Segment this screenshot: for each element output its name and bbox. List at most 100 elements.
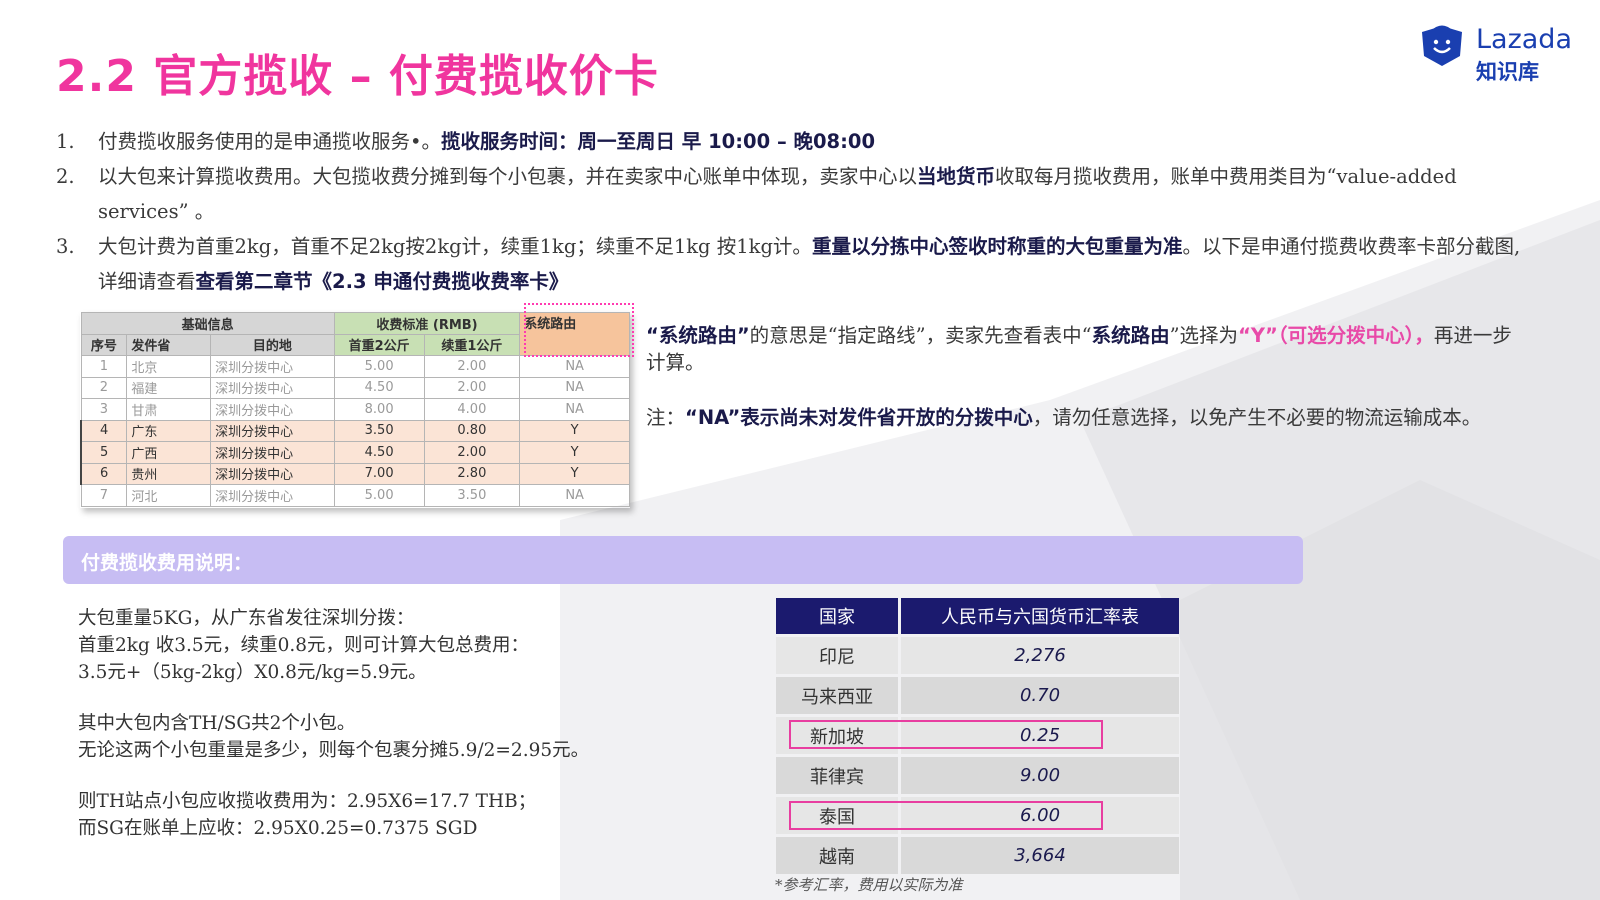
table-cell: 2.80	[423, 462, 521, 485]
table-row: 3 甘肃 深圳分拨中心 8.00 4.00 NA	[80, 398, 630, 421]
table-cell: 贵州	[126, 462, 212, 485]
shopping-bag-icon	[1422, 25, 1462, 66]
chapter-link[interactable]: 查看第二章节《2.3 申通付费揽收费率卡》	[196, 270, 569, 293]
table-cell: 4.50	[333, 376, 425, 399]
intro-item-1: 1. 付费揽收服务使用的是申通揽收服务•。揽收服务时间：周一至周日 早 10:0…	[56, 124, 1536, 159]
table-cell: 福建	[126, 376, 212, 399]
note-emphasis: “NA”表示尚未对发件省开放的分拨中心	[685, 406, 1033, 429]
rate-cell: 9.00	[901, 757, 1179, 794]
country-cell: 菲律宾	[776, 757, 898, 794]
example-line: 大包重量5KG，从广东省发往深圳分拨：	[78, 608, 415, 629]
intro-text: 付费揽收服务使用的是申通揽收服务•。	[98, 130, 442, 153]
rate-cell: 3,664	[901, 837, 1179, 874]
route-column-highlight	[524, 303, 634, 357]
table-cell: NA	[519, 355, 630, 378]
table-cell: NA	[519, 484, 630, 507]
table-cell: NA	[519, 376, 630, 399]
list-number: 2.	[56, 165, 75, 188]
table-cell: Y	[519, 419, 630, 442]
table-cell: 2.00	[423, 355, 521, 378]
table-row: 1 北京 深圳分拨中心 5.00 2.00 NA	[80, 355, 630, 378]
table-cell: 5	[80, 441, 128, 464]
list-number: 1.	[56, 130, 75, 153]
table-cell: 深圳分拨中心	[210, 441, 335, 464]
table-cell: 8.00	[333, 398, 425, 421]
table-row: 马来西亚 0.70	[776, 677, 1179, 714]
list-number: 3.	[56, 235, 75, 258]
column-header-country: 国家	[776, 598, 898, 634]
table-cell: 6	[80, 462, 128, 485]
table-row: 印尼 2,276	[776, 637, 1179, 674]
column-header: 目的地	[210, 333, 335, 356]
table-cell: 5.00	[333, 484, 425, 507]
table-cell: NA	[519, 398, 630, 421]
table-cell: 1	[80, 355, 128, 378]
example-line: 首重2kg 收3.5元，续重0.8元，则可计算大包总费用：	[78, 635, 530, 656]
intro-text: 大包计费为首重2kg，首重不足2kg按2kg计，续重1kg；续重不足1kg 按1…	[98, 235, 812, 258]
thailand-highlight-box	[789, 801, 1103, 830]
fee-explanation-banner: 付费揽收费用说明：	[63, 536, 1303, 584]
column-header: 发件省	[126, 333, 212, 356]
table-cell: 2.00	[423, 441, 521, 464]
intro-item-2: 2. 以大包来计算揽收费用。大包揽收费分摊到每个小包裹，并在卖家中心账单中体现，…	[56, 159, 1536, 229]
note-text: 的意思是“指定路线”，卖家先查看表中“	[749, 324, 1092, 347]
intro-item-3: 3. 大包计费为首重2kg，首重不足2kg按2kg计，续重1kg；续重不足1kg…	[56, 229, 1536, 299]
table-cell: 7	[80, 484, 128, 507]
table-cell: 3.50	[423, 484, 521, 507]
note-highlight: “Y”（可选分拨中心），	[1238, 324, 1434, 347]
page-title: 2.2 官方揽收 – 付费揽收价卡	[56, 51, 659, 102]
logo-subtitle: 知识库	[1476, 60, 1539, 84]
currency-table-body: 印尼 2,276 马来西亚 0.70 新加坡 0.25 菲律宾 9.00 泰国 6.00 越南 3,6…	[776, 637, 1179, 874]
table-cell: 深圳分拨中心	[210, 376, 335, 399]
table-cell: Y	[519, 462, 630, 485]
group-header-basic: 基础信息	[80, 312, 335, 335]
intro-text: 以大包来计算揽收费用。大包揽收费分摊到每个小包裹，并在卖家中心账单中体现，卖家中…	[98, 165, 918, 188]
column-header: 续重1公斤	[423, 333, 521, 356]
table-row: 4 广东 深圳分拨中心 3.50 0.80 Y	[80, 419, 630, 442]
group-header-fee: 收费标准 (RMB)	[333, 312, 521, 335]
example-line: 3.5元+（5kg-2kg）X0.8元/kg=5.9元。	[78, 662, 427, 683]
note-emphasis: 系统路由	[1091, 324, 1170, 347]
service-hours: 揽收服务时间：周一至周日 早 10:00 – 晚08:00	[441, 130, 876, 153]
table-row: 2 福建 深圳分拨中心 4.50 2.00 NA	[80, 376, 630, 399]
example-line: 其中大包内含TH/SG共2个小包。	[78, 713, 356, 734]
table-cell: 4.50	[333, 441, 425, 464]
table-cell: 深圳分拨中心	[210, 419, 335, 442]
column-header-rate: 人民币与六国货币汇率表	[901, 598, 1179, 634]
table-cell: 4	[80, 419, 128, 442]
lazada-logo: Lazada 知识库	[1418, 22, 1588, 86]
example-line: 则TH站点小包应收揽收费用为：2.95X6=17.7 THB；	[78, 791, 537, 812]
route-explanation: “系统路由”的意思是“指定路线”，卖家先查看表中“系统路由”选择为“Y”（可选分…	[646, 322, 1526, 376]
table-cell: 广东	[126, 419, 212, 442]
table-cell: 5.00	[333, 355, 425, 378]
rate-table-body: 1 北京 深圳分拨中心 5.00 2.00 NA 2 福建 深圳分拨中心 4.50 2.00 NA 3 甘…	[80, 355, 630, 507]
intro-list: 1. 付费揽收服务使用的是申通揽收服务•。揽收服务时间：周一至周日 早 10:0…	[56, 124, 1536, 299]
table-cell: 2	[80, 376, 128, 399]
example-line: 无论这两个小包重量是多少，则每个包裹分摊5.9/2=2.95元。	[78, 740, 590, 761]
table-cell: 广西	[126, 441, 212, 464]
column-header: 首重2公斤	[333, 333, 425, 356]
singapore-highlight-box	[789, 720, 1103, 749]
country-cell: 越南	[776, 837, 898, 874]
rate-footnote: *参考汇率，费用以实际为准	[775, 876, 963, 894]
logo-brand: Lazada	[1476, 24, 1572, 55]
banner-label: 付费揽收费用说明：	[81, 552, 253, 574]
table-row: 越南 3,664	[776, 837, 1179, 874]
note-text: 注：	[646, 406, 686, 429]
note-text: ，请勿任意选择，以免产生不必要的物流运输成本。	[1032, 406, 1482, 429]
table-row: 6 贵州 深圳分拨中心 7.00 2.80 Y	[80, 462, 630, 485]
example-line: 而SG在账单上应收：2.95X0.25=0.7375 SGD	[78, 818, 478, 839]
table-cell: 3	[80, 398, 128, 421]
table-cell: 深圳分拨中心	[210, 355, 335, 378]
table-row: 7 河北 深圳分拨中心 5.00 3.50 NA	[80, 484, 630, 507]
table-cell: 深圳分拨中心	[210, 398, 335, 421]
table-cell: 3.50	[333, 419, 425, 442]
table-cell: 2.00	[423, 376, 521, 399]
table-cell: 深圳分拨中心	[210, 462, 335, 485]
na-explanation: 注：“NA”表示尚未对发件省开放的分拨中心，请勿任意选择，以免产生不必要的物流运…	[646, 404, 1526, 431]
table-cell: 河北	[126, 484, 212, 507]
table-cell: Y	[519, 441, 630, 464]
local-currency-emphasis: 当地货币	[917, 165, 996, 188]
